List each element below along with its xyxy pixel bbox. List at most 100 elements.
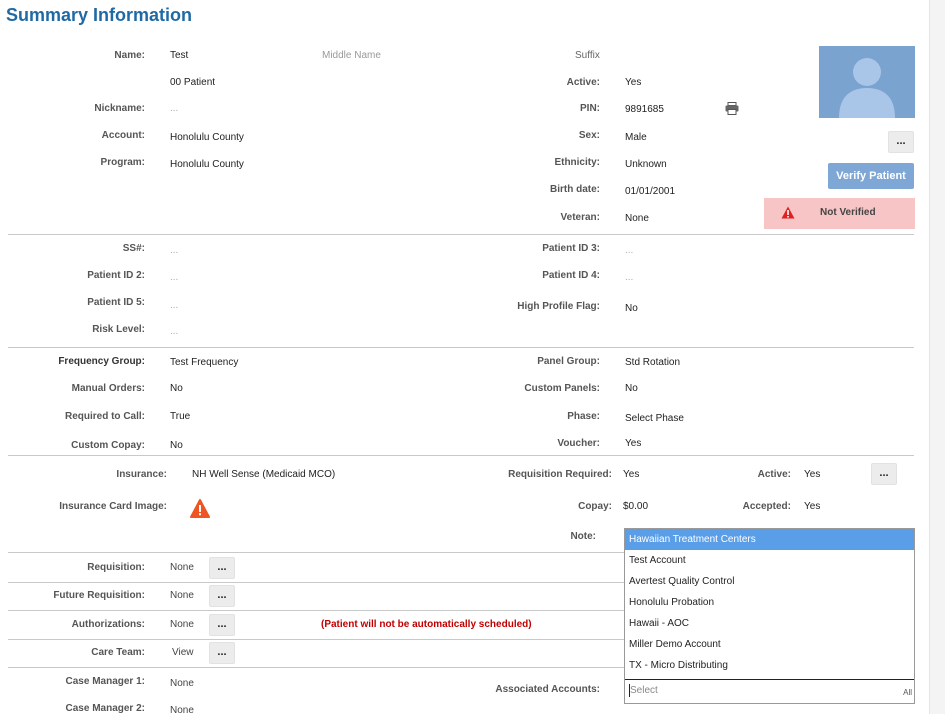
associated-accounts-label: Associated Accounts: (495, 684, 600, 695)
patient-id-2-field[interactable]: ... (170, 272, 178, 283)
panel-group-value[interactable]: Std Rotation (625, 357, 680, 368)
ethnicity-value: Unknown (625, 159, 667, 170)
sex-value: Male (625, 132, 647, 143)
first-name-field[interactable]: Test (170, 50, 188, 61)
dropdown-option[interactable]: Hawaiian Treatment Centers (625, 529, 914, 550)
patient-id-5-label: Patient ID 5: (87, 297, 145, 308)
patient-id-3-field[interactable]: ... (625, 245, 633, 256)
manual-orders-label: Manual Orders: (71, 383, 145, 394)
birth-date-label: Birth date: (550, 184, 600, 195)
care-team-label: Care Team: (91, 647, 145, 658)
insurance-card-image-label: Insurance Card Image: (59, 501, 167, 512)
requisition-more-button[interactable]: ... (209, 557, 235, 579)
divider (8, 582, 624, 583)
insurance-label: Insurance: (116, 469, 167, 480)
ssn-field[interactable]: ... (170, 245, 178, 256)
case-manager-2-label: Case Manager 2: (65, 703, 145, 714)
nickname-field[interactable]: ... (170, 103, 178, 114)
panel-group-label: Panel Group: (537, 356, 600, 367)
ssn-label: SS#: (122, 243, 145, 254)
divider (8, 234, 914, 235)
veteran-label: Veteran: (560, 212, 600, 223)
authorizations-value: None (170, 619, 194, 630)
authorizations-more-button[interactable]: ... (209, 614, 235, 636)
custom-panels-value[interactable]: No (625, 383, 638, 394)
middle-name-field[interactable]: Middle Name (322, 50, 381, 61)
phase-label: Phase: (567, 411, 600, 422)
case-manager-2-value[interactable]: None (170, 705, 194, 716)
high-profile-flag-value[interactable]: No (625, 303, 638, 314)
requisition-required-value: Yes (623, 469, 640, 480)
care-team-link[interactable]: View (172, 647, 194, 658)
not-verified-label: Not Verified (820, 207, 876, 218)
pin-value: 9891685 (625, 104, 664, 115)
copay-value: $0.00 (623, 501, 649, 512)
birth-date-value: 01/01/2001 (625, 186, 676, 197)
custom-copay-value[interactable]: No (170, 440, 183, 451)
accepted-value: Yes (804, 501, 821, 512)
print-icon[interactable] (725, 102, 739, 115)
risk-level-field[interactable]: ... (170, 326, 178, 337)
name-label: Name: (114, 50, 145, 61)
card-warning-icon[interactable] (190, 499, 210, 519)
divider (8, 552, 624, 553)
insurance-more-button[interactable]: ... (871, 463, 897, 485)
copay-label: Copay: (578, 501, 612, 512)
verify-patient-button[interactable]: Verify Patient (828, 163, 914, 189)
manual-orders-value[interactable]: No (170, 383, 183, 394)
program-value[interactable]: Honolulu County (170, 159, 244, 170)
insurance-value[interactable]: NH Well Sense (Medicaid MCO) (192, 469, 335, 480)
warning-icon (781, 206, 795, 219)
last-name-field[interactable]: 00 Patient (170, 77, 215, 88)
active-label: Active: (566, 77, 600, 88)
divider (8, 455, 914, 456)
sex-label: Sex: (578, 130, 600, 141)
high-profile-flag-label: High Profile Flag: (517, 301, 600, 312)
insurance-active-value: Yes (804, 469, 821, 480)
patient-more-button[interactable]: ... (888, 131, 914, 153)
all-label[interactable]: All (903, 688, 912, 697)
patient-id-2-label: Patient ID 2: (87, 270, 145, 281)
dropdown-option[interactable]: TX - Micro Distributing (625, 655, 914, 676)
ethnicity-label: Ethnicity: (554, 157, 600, 168)
suffix-field[interactable]: Suffix (575, 50, 600, 61)
phase-select[interactable]: Select Phase (625, 413, 684, 424)
authorizations-label: Authorizations: (71, 619, 145, 630)
page-title: Summary Information (6, 5, 193, 25)
vertical-scrollbar[interactable] (929, 0, 945, 714)
required-to-call-value[interactable]: True (170, 411, 190, 422)
risk-level-label: Risk Level: (92, 324, 145, 335)
care-team-more-button[interactable]: ... (209, 642, 235, 664)
dropdown-option[interactable]: Honolulu Probation (625, 592, 914, 613)
future-requisition-value: None (170, 590, 194, 601)
associated-accounts-dropdown[interactable]: Hawaiian Treatment Centers Test Account … (624, 528, 915, 704)
dropdown-option[interactable]: Test Account (625, 550, 914, 571)
nickname-label: Nickname: (94, 103, 145, 114)
schedule-warning-text: (Patient will not be automatically sched… (321, 619, 532, 630)
active-value: Yes (625, 77, 642, 88)
requisition-value: None (170, 562, 194, 573)
program-label: Program: (100, 157, 145, 168)
dropdown-option[interactable]: Hawaii - AOC (625, 613, 914, 634)
requisition-required-label: Requisition Required: (508, 469, 612, 480)
veteran-value: None (625, 213, 649, 224)
case-manager-1-value[interactable]: None (170, 678, 194, 689)
patient-id-4-field[interactable]: ... (625, 272, 633, 283)
search-placeholder: Select (630, 685, 658, 696)
dropdown-option[interactable]: Avertest Quality Control (625, 571, 914, 592)
requisition-label: Requisition: (87, 562, 145, 573)
frequency-group-value[interactable]: Test Frequency (170, 357, 238, 368)
voucher-value[interactable]: Yes (625, 438, 641, 449)
divider (8, 667, 624, 668)
dropdown-option[interactable]: Miller Demo Account (625, 634, 914, 655)
patient-id-5-field[interactable]: ... (170, 300, 178, 311)
account-value[interactable]: Honolulu County (170, 132, 244, 143)
note-label: Note: (570, 531, 596, 542)
future-requisition-label: Future Requisition: (53, 590, 145, 601)
divider (8, 639, 624, 640)
future-requisition-more-button[interactable]: ... (209, 585, 235, 607)
voucher-label: Voucher: (557, 438, 600, 449)
account-label: Account: (101, 130, 145, 141)
patient-avatar (819, 46, 915, 118)
associated-accounts-search[interactable]: Select All (625, 679, 914, 703)
